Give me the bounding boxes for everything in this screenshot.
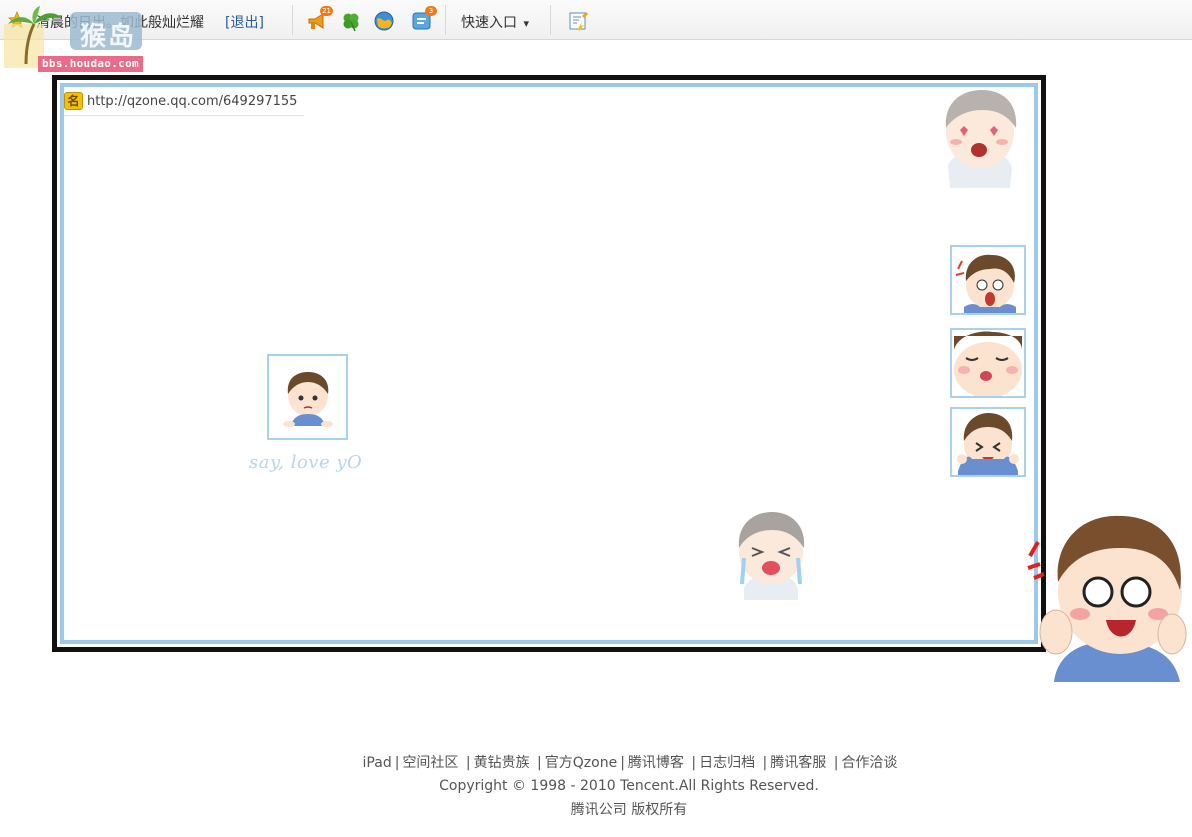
space-url-row: 名 http://qzone.qq.com/649297155	[64, 90, 304, 116]
top-toolbar: 清晨的日出。如此般灿烂耀 [退出] 21 3 快速入口 ▾	[0, 0, 1192, 40]
qzone-panel-frame	[52, 75, 1046, 652]
qzone-panel-inner	[60, 83, 1038, 644]
message-icon[interactable]: 3	[411, 6, 437, 32]
boy-shocked-face-icon	[955, 254, 1016, 313]
chibi-heart-eyes-sticker[interactable]	[938, 88, 1022, 188]
space-url-link[interactable]: http://qzone.qq.com/649297155	[87, 94, 297, 109]
footer-link-cooperation[interactable]: 合作洽谈	[841, 755, 897, 771]
footer-link-community[interactable]: 空间社区	[402, 755, 458, 771]
footer-link-yellow-diamond[interactable]: 黄钻贵族	[474, 755, 530, 771]
rights-text: 腾讯公司 版权所有	[570, 802, 688, 818]
avatar-thumb-shy[interactable]	[267, 354, 348, 440]
site-watermark-logo: 猴岛 bbs.houdao.com	[4, 4, 156, 72]
chibi-big-shocked-sticker[interactable]	[1024, 512, 1192, 682]
globe-icon[interactable]	[373, 10, 395, 32]
footer-link-ipad[interactable]: iPad	[363, 755, 392, 771]
notify-count-badge: 21	[320, 6, 333, 16]
boy-shy-face-icon	[283, 372, 333, 427]
edit-note-icon[interactable]	[567, 10, 589, 32]
avatar-thumb-shocked[interactable]	[950, 245, 1026, 315]
logo-text: 猴岛	[80, 22, 137, 52]
avatar-thumb-laugh[interactable]	[950, 407, 1026, 477]
footer-link-customer-service[interactable]: 腾讯客服	[770, 755, 826, 771]
clover-icon[interactable]	[340, 10, 362, 32]
footer-link-official-qzone[interactable]: 官方Qzone	[545, 755, 617, 771]
avatar-thumb-kiss[interactable]	[950, 328, 1026, 398]
quick-entry-label: 快速入口	[461, 15, 517, 31]
toolbar-divider	[550, 5, 551, 35]
name-badge-icon: 名	[64, 92, 83, 110]
avatar-caption: say, love yO	[249, 452, 363, 473]
toolbar-divider	[445, 5, 446, 35]
footer-link-tencent-blog[interactable]: 腾讯博客	[628, 755, 684, 771]
quick-entry-menu[interactable]: 快速入口 ▾	[461, 12, 529, 32]
logout-link[interactable]: [退出]	[225, 12, 264, 32]
footer-links: iPad | 空间社区 | 黄钻贵族 | 官方Qzone | 腾讯博客 | 日志归档 | 腾讯客…	[362, 755, 898, 771]
chibi-crying-sticker[interactable]	[730, 508, 812, 600]
footer-link-log-archive[interactable]: 日志归档	[699, 755, 755, 771]
boy-laughing-face-icon	[957, 413, 1019, 475]
logo-url-text: bbs.houdao.com	[38, 56, 143, 72]
chevron-down-icon: ▾	[523, 17, 529, 30]
message-count-badge: 3	[425, 6, 437, 16]
megaphone-icon[interactable]: 21	[307, 6, 333, 32]
boy-kiss-face-icon	[954, 331, 1022, 396]
toolbar-divider	[292, 5, 293, 35]
copyright-text: Copyright © 1998 - 2010 Tencent.All Righ…	[439, 778, 819, 794]
